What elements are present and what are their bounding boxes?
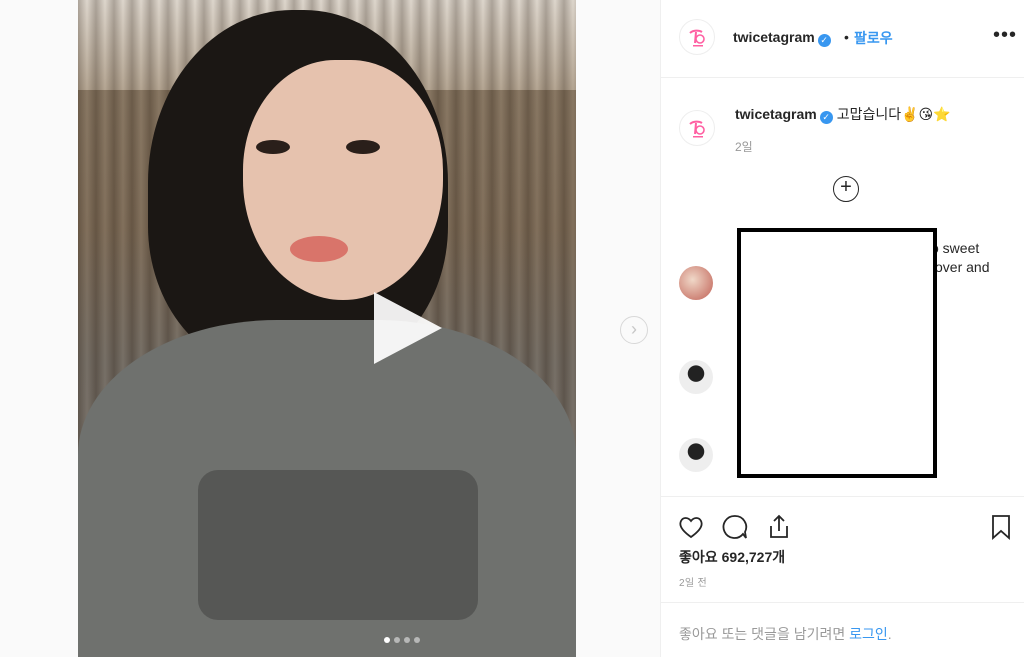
commenter-avatar[interactable] [679, 438, 713, 472]
post-side-panel: twicetagram ✓ • 팔로우 ••• twicetagram ✓ 고맙습니다… [660, 0, 1024, 657]
follow-button[interactable]: 팔로우 [854, 28, 893, 48]
media-area: › [0, 0, 660, 657]
redaction-box [737, 228, 937, 478]
carousel-dot [414, 637, 420, 643]
login-link[interactable]: 로그인 [849, 626, 888, 642]
chevron-right-icon[interactable]: › [620, 316, 648, 344]
post-caption: twicetagram ✓ 고맙습니다✌️😘⭐ [735, 104, 1005, 124]
commenter-avatar[interactable] [679, 360, 713, 394]
video-player[interactable] [78, 0, 576, 657]
caption-text: 고맙습니다✌️😘⭐ [836, 106, 951, 122]
bookmark-icon[interactable] [987, 513, 1015, 541]
share-icon[interactable] [765, 513, 793, 541]
twice-logo-icon [689, 120, 705, 138]
caption-username[interactable]: twicetagram [735, 106, 817, 122]
shirt-print [198, 470, 478, 620]
post-timestamp[interactable]: 2일 전 [679, 574, 707, 589]
instagram-post-page: › twicetagram ✓ • 팔로우 ••• twicetagram ✓ … [0, 0, 1024, 657]
avatar[interactable] [679, 19, 715, 55]
carousel-dot-active [384, 637, 390, 643]
login-prompt-prefix: 좋아요 또는 댓글을 남기려면 [679, 626, 850, 642]
login-prompt: 좋아요 또는 댓글을 남기려면 로그인. [661, 602, 1024, 657]
subject-eye-right [346, 140, 380, 154]
post-header: twicetagram ✓ • 팔로우 ••• [661, 0, 1024, 78]
subject-face [243, 60, 443, 300]
caption-avatar[interactable] [679, 110, 715, 146]
commenter-avatar[interactable] [679, 266, 713, 300]
more-horizontal-icon[interactable]: ••• [993, 24, 1017, 47]
header-username[interactable]: twicetagram ✓ [733, 29, 831, 47]
play-icon[interactable] [374, 292, 442, 364]
comment-text-fragment: o sweet [931, 240, 980, 256]
login-prompt-suffix: . [887, 626, 892, 642]
verified-badge-icon: ✓ [819, 111, 833, 124]
login-prompt-text: 좋아요 또는 댓글을 남기려면 로그인. [679, 624, 892, 644]
likes-label: 좋아요 [679, 549, 718, 565]
caption-timestamp[interactable]: 2일 [735, 138, 753, 155]
separator-bullet: • [844, 29, 849, 45]
post-actions: 좋아요 692,727개 2일 전 [661, 496, 1024, 602]
carousel-indicator [384, 637, 420, 643]
username-text[interactable]: twicetagram [733, 29, 815, 45]
comment-text-fragment: over and [935, 259, 990, 275]
twice-logo-icon [689, 29, 705, 47]
subject-lips [290, 236, 348, 262]
comment-icon[interactable] [721, 513, 749, 541]
carousel-dot [404, 637, 410, 643]
likes-count[interactable]: 좋아요 692,727개 [679, 547, 785, 567]
heart-icon[interactable] [677, 513, 705, 541]
subject-eye-left [256, 140, 290, 154]
load-more-comments-icon[interactable]: + [833, 176, 859, 202]
verified-badge-icon: ✓ [817, 34, 831, 47]
likes-number: 692,727개 [721, 549, 786, 565]
carousel-dot [394, 637, 400, 643]
